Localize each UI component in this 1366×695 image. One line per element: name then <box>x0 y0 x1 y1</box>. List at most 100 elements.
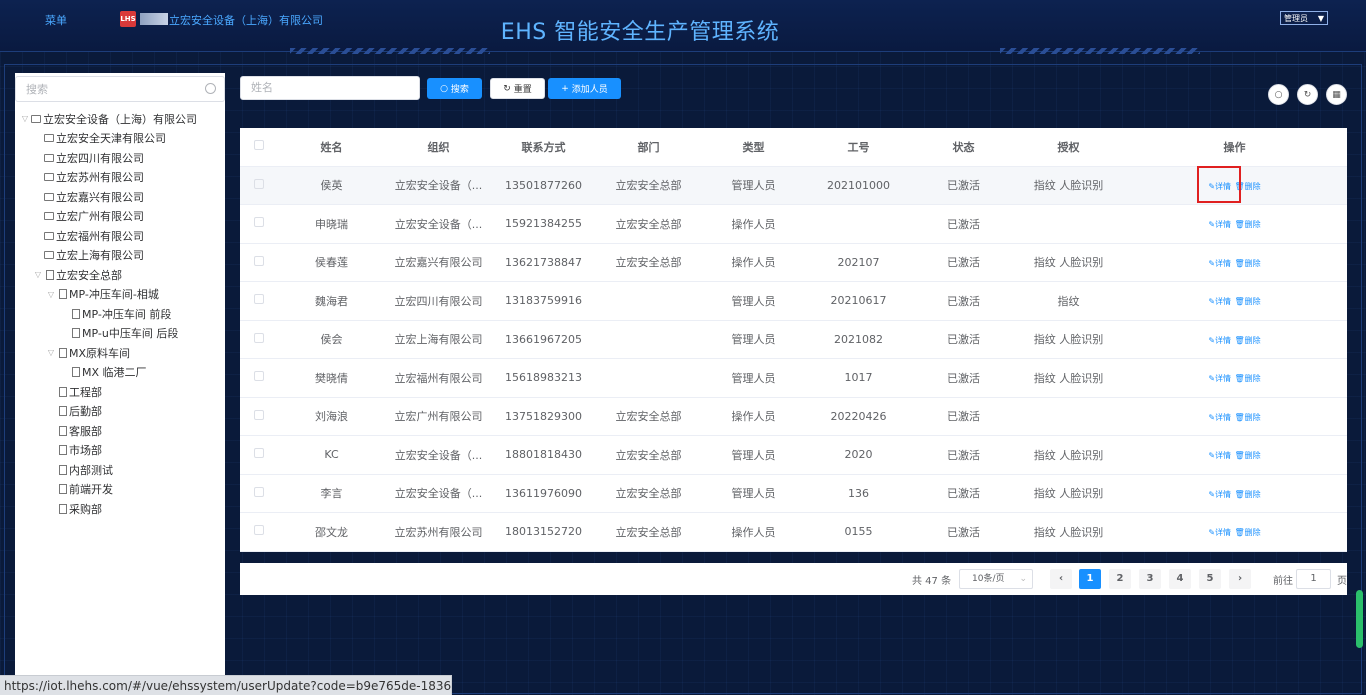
tree-node[interactable]: MX 临港二厂 <box>15 363 225 383</box>
tree-node[interactable]: 立宏苏州有限公司 <box>15 168 225 188</box>
tree-node[interactable]: 后勤部 <box>15 402 225 422</box>
trash-icon: 🗑 <box>1234 258 1245 268</box>
tree-node[interactable]: ▽ 立宏安全总部 <box>15 265 225 285</box>
search-icon[interactable] <box>205 83 216 94</box>
goto-page-input[interactable]: 1 <box>1296 569 1331 589</box>
row-checkbox[interactable] <box>240 435 278 475</box>
delete-link[interactable]: 🗑删除 <box>1235 413 1261 422</box>
delete-link[interactable]: 🗑删除 <box>1235 528 1261 537</box>
row-checkbox[interactable] <box>240 512 278 552</box>
detail-link[interactable]: ✎详情 <box>1208 374 1231 383</box>
col-auth: 授权 <box>1015 128 1122 167</box>
tree-node[interactable]: 立宏四川有限公司 <box>15 148 225 168</box>
page-number-button[interactable]: 1 <box>1079 569 1101 589</box>
cell-type: 管理人员 <box>702 281 805 321</box>
document-icon <box>72 328 80 339</box>
org-search-input[interactable]: 搜索 <box>15 76 225 102</box>
next-page-icon[interactable]: › <box>1229 569 1251 589</box>
select-all-checkbox[interactable] <box>240 128 278 167</box>
tree-node[interactable]: 采购部 <box>15 499 225 519</box>
delete-link[interactable]: 🗑删除 <box>1235 220 1261 229</box>
detail-link[interactable]: ✎详情 <box>1208 336 1231 345</box>
cell-type: 操作人员 <box>702 512 805 552</box>
row-checkbox[interactable] <box>240 358 278 398</box>
edit-icon: ✎ <box>1208 297 1216 307</box>
tree-node[interactable]: ▽ MX原料车间 <box>15 343 225 363</box>
cell-auth: 指纹 人脸识别 <box>1015 166 1122 205</box>
system-title: EHS 智能安全生产管理系统 <box>500 20 780 45</box>
delete-link[interactable]: 🗑删除 <box>1235 451 1261 460</box>
detail-link[interactable]: ✎详情 <box>1208 490 1231 499</box>
prev-page-icon[interactable]: ‹ <box>1050 569 1072 589</box>
tree-node[interactable]: MP-冲压车间 前段 <box>15 304 225 324</box>
delete-link-label: 删除 <box>1244 374 1261 384</box>
row-checkbox[interactable] <box>240 204 278 244</box>
caret-icon[interactable]: ▽ <box>45 290 57 299</box>
caret-icon[interactable]: ▽ <box>45 348 57 357</box>
detail-link[interactable]: ✎详情 <box>1208 451 1231 460</box>
page-size-select[interactable]: 10条/页 ⌄ <box>959 569 1033 589</box>
tree-node[interactable]: ▽ 立宏安全设备（上海）有限公司 <box>15 109 225 129</box>
delete-link[interactable]: 🗑删除 <box>1235 259 1261 268</box>
search-button[interactable]: ○ 搜索 <box>427 78 482 99</box>
detail-link-label: 详情 <box>1215 258 1232 268</box>
tree-node[interactable]: 立宏嘉兴有限公司 <box>15 187 225 207</box>
delete-link-label: 删除 <box>1244 220 1261 230</box>
detail-link[interactable]: ✎详情 <box>1208 297 1231 306</box>
row-checkbox[interactable] <box>240 281 278 321</box>
cell-status: 已激活 <box>912 358 1015 398</box>
detail-link[interactable]: ✎详情 <box>1208 259 1231 268</box>
cell-dept: 立宏安全总部 <box>595 397 702 436</box>
reset-button[interactable]: ↻ 重置 <box>490 78 545 99</box>
detail-link[interactable]: ✎详情 <box>1208 413 1231 422</box>
cell-auth: 指纹 人脸识别 <box>1015 243 1122 282</box>
tree-node[interactable]: 市场部 <box>15 441 225 461</box>
row-checkbox[interactable] <box>240 166 278 205</box>
tree-node[interactable]: 立宏广州有限公司 <box>15 207 225 227</box>
delete-link[interactable]: 🗑删除 <box>1235 297 1261 306</box>
document-icon <box>59 445 67 456</box>
delete-link[interactable]: 🗑删除 <box>1235 490 1261 499</box>
tree-node[interactable]: 立宏安全天津有限公司 <box>15 129 225 149</box>
tree-node-label: 立宏苏州有限公司 <box>56 171 144 185</box>
caret-icon[interactable]: ▽ <box>32 270 44 279</box>
tree-node[interactable]: 前端开发 <box>15 480 225 500</box>
page-number-button[interactable]: 4 <box>1169 569 1191 589</box>
delete-link[interactable]: 🗑删除 <box>1235 374 1261 383</box>
tree-node[interactable]: ▽ MP-冲压车间-相城 <box>15 285 225 305</box>
page-number-button[interactable]: 2 <box>1109 569 1131 589</box>
tree-node-label: 客服部 <box>69 424 102 438</box>
caret-icon[interactable]: ▽ <box>19 114 31 123</box>
monitor-icon <box>44 173 54 182</box>
tree-node[interactable]: MP-u中压车间 后段 <box>15 324 225 344</box>
table-row: 樊晓倩 立宏福州有限公司 15618983213 管理人员 1017 已激活 指纹 人脸识别… <box>240 358 1347 398</box>
scrollbar-thumb[interactable] <box>1356 590 1363 648</box>
tree-node[interactable]: 立宏福州有限公司 <box>15 226 225 246</box>
tree-node[interactable]: 立宏上海有限公司 <box>15 246 225 266</box>
row-checkbox[interactable] <box>240 243 278 282</box>
row-checkbox[interactable] <box>240 320 278 359</box>
columns-grid-icon[interactable]: ▦ <box>1326 84 1347 105</box>
cell-dept: 立宏安全总部 <box>595 474 702 513</box>
page-number-button[interactable]: 3 <box>1139 569 1161 589</box>
delete-link[interactable]: 🗑删除 <box>1235 336 1261 345</box>
cell-phone: 15921384255 <box>492 204 595 244</box>
tree-node-label: 立宏广州有限公司 <box>56 210 144 224</box>
chevron-down-icon: ▼ <box>1317 13 1324 23</box>
detail-link[interactable]: ✎详情 <box>1208 528 1231 537</box>
row-checkbox[interactable] <box>240 474 278 513</box>
name-search-input[interactable]: 姓名 <box>240 76 420 100</box>
search-toggle-icon[interactable]: ○ <box>1268 84 1289 105</box>
cell-name: 魏海君 <box>278 281 385 321</box>
page-number-button[interactable]: 5 <box>1199 569 1221 589</box>
tree-node[interactable]: 客服部 <box>15 421 225 441</box>
add-user-button[interactable]: + 添加人员 <box>548 78 621 99</box>
detail-link[interactable]: ✎详情 <box>1208 220 1231 229</box>
tree-node[interactable]: 内部测试 <box>15 460 225 480</box>
refresh-icon[interactable]: ↻ <box>1297 84 1318 105</box>
table-row: KC 立宏安全设备（... 18801818430 立宏安全总部 管理人员 2020 已激活… <box>240 435 1347 475</box>
row-checkbox[interactable] <box>240 397 278 436</box>
delete-link-label: 删除 <box>1244 258 1261 268</box>
tree-node[interactable]: 工程部 <box>15 382 225 402</box>
user-role-select[interactable]: 管理员 ▼ <box>1280 11 1328 25</box>
